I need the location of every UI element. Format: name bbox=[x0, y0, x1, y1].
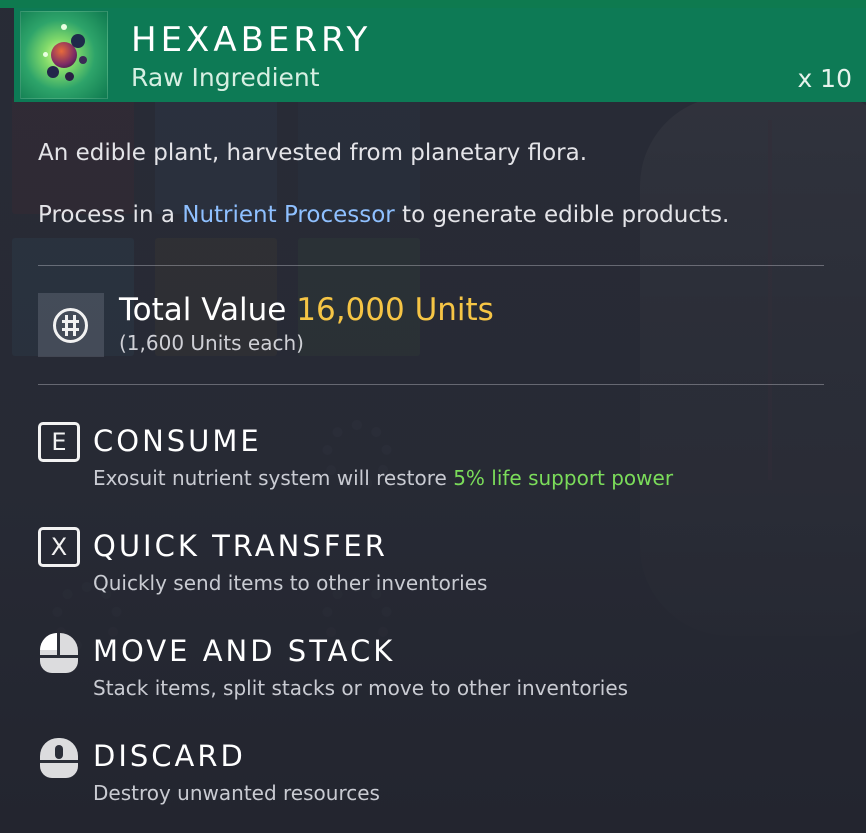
nutrient-processor-link: Nutrient Processor bbox=[182, 202, 395, 228]
quick-transfer-action[interactable]: QUICK TRANSFER bbox=[93, 529, 388, 563]
move-and-stack-action[interactable]: MOVE AND STACK bbox=[93, 634, 395, 668]
total-value-label: Total Value bbox=[119, 292, 297, 328]
mouse-middle-button-icon[interactable] bbox=[40, 738, 78, 778]
hexaberry-icon bbox=[20, 11, 108, 99]
mouse-left-button-icon[interactable] bbox=[40, 633, 78, 673]
item-name: HEXABERRY bbox=[131, 20, 372, 60]
divider bbox=[38, 384, 824, 385]
life-support-highlight: 5% life support power bbox=[453, 466, 674, 490]
consume-description-text: Exosuit nutrient system will restore bbox=[93, 466, 454, 490]
description-text: to generate edible products. bbox=[394, 202, 730, 228]
panel-overlay bbox=[0, 0, 866, 833]
item-category: Raw Ingredient bbox=[131, 63, 320, 92]
unit-value-each: (1,600 Units each) bbox=[119, 331, 304, 355]
description-line-1: An edible plant, harvested from planetar… bbox=[38, 140, 588, 166]
key-x-icon[interactable]: X bbox=[38, 527, 80, 567]
consume-action[interactable]: CONSUME bbox=[93, 424, 262, 458]
top-accent-strip bbox=[0, 0, 866, 8]
discard-description: Destroy unwanted resources bbox=[93, 781, 380, 805]
item-quantity: x 10 bbox=[797, 64, 852, 93]
units-icon bbox=[38, 293, 104, 357]
description-text: Process in a bbox=[38, 202, 183, 228]
discard-action[interactable]: DISCARD bbox=[93, 739, 246, 773]
consume-description: Exosuit nutrient system will restore 5% … bbox=[93, 466, 673, 490]
total-value: Total Value 16,000 Units bbox=[119, 292, 494, 328]
item-header: HEXABERRY Raw Ingredient x 10 bbox=[14, 8, 866, 102]
total-value-amount: 16,000 Units bbox=[296, 292, 494, 328]
key-e-icon[interactable]: E bbox=[38, 422, 80, 462]
quick-transfer-description: Quickly send items to other inventories bbox=[93, 571, 488, 595]
description-line-2: Process in a Nutrient Processor to gener… bbox=[38, 202, 729, 228]
move-and-stack-description: Stack items, split stacks or move to oth… bbox=[93, 676, 629, 700]
divider bbox=[38, 265, 824, 266]
